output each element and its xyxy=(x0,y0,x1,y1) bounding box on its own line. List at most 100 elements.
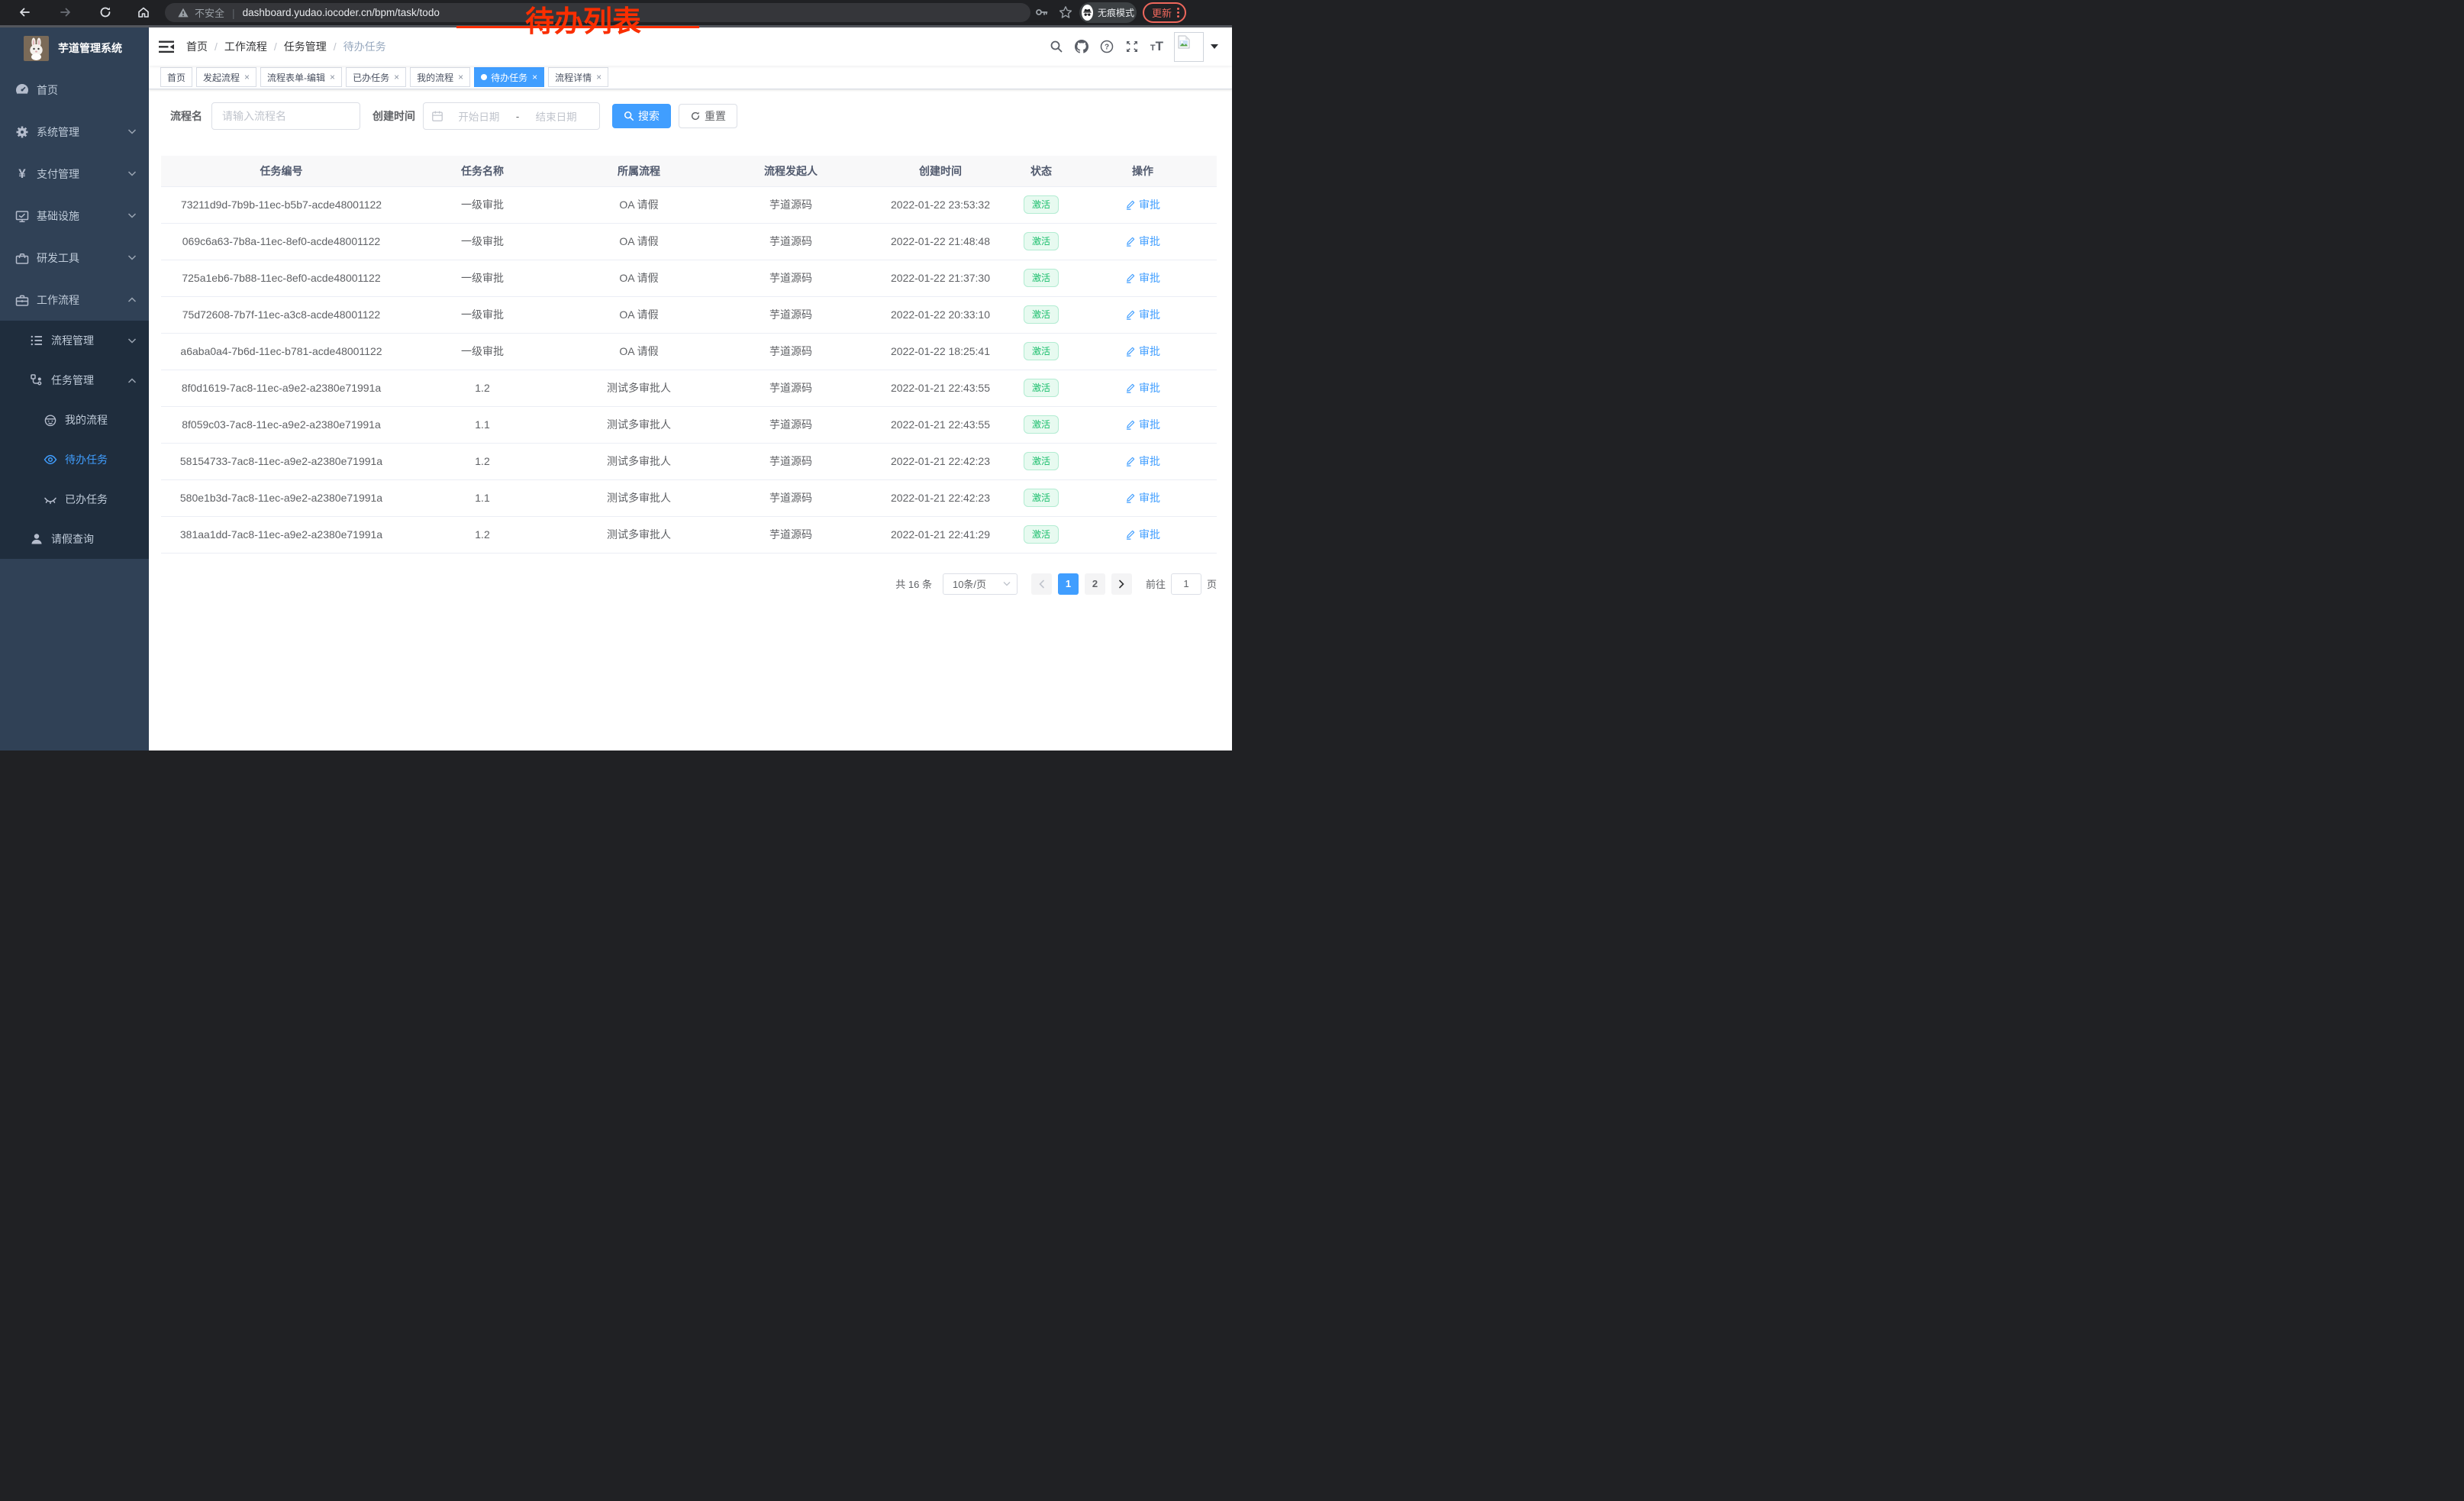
pagination: 共 16 条 10条/页 1 2 前往 页 xyxy=(161,573,1217,595)
cell-create-time: 2022-01-21 22:42:23 xyxy=(867,479,1014,516)
start-date-placeholder[interactable]: 开始日期 xyxy=(443,108,514,124)
password-key-icon[interactable] xyxy=(1035,5,1049,19)
home-icon[interactable] xyxy=(137,5,150,19)
tag-todo-tasks[interactable]: 待办任务× xyxy=(474,67,544,87)
prev-page-button[interactable] xyxy=(1031,573,1052,595)
approve-link[interactable]: 审批 xyxy=(1125,380,1160,395)
approve-link[interactable]: 审批 xyxy=(1125,197,1160,212)
cell-create-time: 2022-01-21 22:43:55 xyxy=(867,406,1014,443)
update-label[interactable]: 更新 xyxy=(1152,5,1172,20)
status-badge: 激活 xyxy=(1024,415,1059,434)
sidebar-item-todo-tasks[interactable]: 待办任务 xyxy=(0,440,149,479)
cell-starter: 芋道源码 xyxy=(714,479,867,516)
browser-update-button[interactable]: 更新 xyxy=(1143,2,1186,23)
cell-create-time: 2022-01-22 20:33:10 xyxy=(867,296,1014,333)
table-header-row: 任务编号 任务名称 所属流程 流程发起人 创建时间 状态 操作 xyxy=(161,156,1217,186)
cell-status: 激活 xyxy=(1014,406,1069,443)
tag-start-process[interactable]: 发起流程× xyxy=(196,67,256,87)
close-icon[interactable]: × xyxy=(532,73,537,82)
cell-create-time: 2022-01-21 22:43:55 xyxy=(867,370,1014,406)
table-row: 580e1b3d-7ac8-11ec-a9e2-a2380e71991a 1.1… xyxy=(161,479,1217,516)
cell-process: OA 请假 xyxy=(563,333,714,370)
app-logo-rabbit xyxy=(24,36,49,61)
sidebar-item-infrastructure[interactable]: 基础设施 xyxy=(0,195,149,237)
close-icon[interactable]: × xyxy=(244,73,250,82)
approve-link[interactable]: 审批 xyxy=(1125,417,1160,432)
close-icon[interactable]: × xyxy=(394,73,399,82)
help-icon[interactable]: ? xyxy=(1100,40,1114,53)
sidebar-item-dev-tools[interactable]: 研发工具 xyxy=(0,237,149,279)
date-range-picker[interactable]: 开始日期 - 结束日期 xyxy=(423,102,600,130)
tag-done-tasks[interactable]: 已办任务× xyxy=(346,67,406,87)
sidebar-item-system[interactable]: 系统管理 xyxy=(0,111,149,153)
sidebar-item-done-tasks[interactable]: 已办任务 xyxy=(0,479,149,519)
face-icon xyxy=(44,413,57,427)
font-size-icon[interactable]: TT xyxy=(1150,40,1163,53)
breadcrumb-home[interactable]: 首页 xyxy=(186,39,208,54)
edit-pen-icon xyxy=(1125,273,1136,283)
breadcrumb-separator: / xyxy=(334,40,337,53)
next-page-button[interactable] xyxy=(1111,573,1132,595)
sidebar-item-workflow[interactable]: 工作流程 xyxy=(0,279,149,321)
approve-link[interactable]: 审批 xyxy=(1125,490,1160,505)
back-icon[interactable] xyxy=(18,5,31,19)
reset-button[interactable]: 重置 xyxy=(679,104,737,128)
annotation-title: 待办列表 xyxy=(525,7,641,39)
sidebar-item-label: 工作流程 xyxy=(37,292,79,308)
sidebar-item-home[interactable]: 首页 xyxy=(0,69,149,111)
approve-link[interactable]: 审批 xyxy=(1125,307,1160,322)
reload-icon[interactable] xyxy=(98,5,112,19)
security-label[interactable]: 不安全 xyxy=(195,5,224,20)
status-badge: 激活 xyxy=(1024,195,1059,214)
goto-page-input[interactable] xyxy=(1171,573,1201,595)
sidebar-item-process-management[interactable]: 流程管理 xyxy=(0,321,149,360)
sidebar-item-task-management[interactable]: 任务管理 xyxy=(0,360,149,400)
cell-starter: 芋道源码 xyxy=(714,186,867,223)
app-logo-block[interactable]: 芋道管理系统 xyxy=(0,27,149,69)
tag-process-form-edit[interactable]: 流程表单-编辑× xyxy=(260,67,342,87)
bookmark-star-icon[interactable] xyxy=(1059,5,1072,19)
avatar[interactable] xyxy=(1174,32,1204,62)
breadcrumb-workflow[interactable]: 工作流程 xyxy=(224,39,267,54)
page-size-select[interactable]: 10条/页 xyxy=(943,573,1018,595)
browser-menu-icon[interactable] xyxy=(1177,8,1179,18)
sidebar-item-my-processes[interactable]: 我的流程 xyxy=(0,400,149,440)
cell-task-name: 1.2 xyxy=(402,443,563,479)
close-icon[interactable]: × xyxy=(596,73,601,82)
page-button-1[interactable]: 1 xyxy=(1058,573,1079,595)
end-date-placeholder[interactable]: 结束日期 xyxy=(521,108,592,124)
fullscreen-icon[interactable] xyxy=(1125,40,1139,53)
approve-link[interactable]: 审批 xyxy=(1125,344,1160,359)
close-icon[interactable]: × xyxy=(458,73,463,82)
approve-link[interactable]: 审批 xyxy=(1125,454,1160,469)
process-name-input[interactable] xyxy=(211,102,360,130)
sidebar-item-label: 基础设施 xyxy=(37,208,79,224)
approve-link[interactable]: 审批 xyxy=(1125,234,1160,249)
url-text[interactable]: dashboard.yudao.iocoder.cn/bpm/task/todo xyxy=(243,7,440,18)
search-icon xyxy=(624,111,634,121)
edit-pen-icon xyxy=(1125,309,1136,320)
cell-task-name: 1.1 xyxy=(402,479,563,516)
tag-my-processes[interactable]: 我的流程× xyxy=(410,67,470,87)
search-icon[interactable] xyxy=(1050,40,1063,53)
tag-process-detail[interactable]: 流程详情× xyxy=(548,67,608,87)
cell-actions: 审批 xyxy=(1069,479,1217,516)
table-row: a6aba0a4-7b6d-11ec-b781-acde48001122 一级审… xyxy=(161,333,1217,370)
approve-link[interactable]: 审批 xyxy=(1125,270,1160,286)
sidebar-item-payment[interactable]: ¥ 支付管理 xyxy=(0,153,149,195)
cell-task-id: 58154733-7ac8-11ec-a9e2-a2380e71991a xyxy=(161,443,402,479)
page-button-2[interactable]: 2 xyxy=(1085,573,1105,595)
breadcrumb-task-management[interactable]: 任务管理 xyxy=(284,39,327,54)
approve-link[interactable]: 审批 xyxy=(1125,527,1160,542)
cell-create-time: 2022-01-21 22:42:23 xyxy=(867,443,1014,479)
avatar-caret-icon[interactable] xyxy=(1211,44,1218,49)
search-button[interactable]: 搜索 xyxy=(612,104,671,128)
sidebar-collapse-icon[interactable] xyxy=(159,40,174,53)
active-dot xyxy=(481,74,487,80)
github-icon[interactable] xyxy=(1075,40,1088,53)
sidebar-item-leave-query[interactable]: 请假查询 xyxy=(0,519,149,559)
close-icon[interactable]: × xyxy=(330,73,335,82)
tag-home[interactable]: 首页 xyxy=(160,67,192,87)
cell-process: OA 请假 xyxy=(563,296,714,333)
forward-icon[interactable] xyxy=(59,5,73,19)
